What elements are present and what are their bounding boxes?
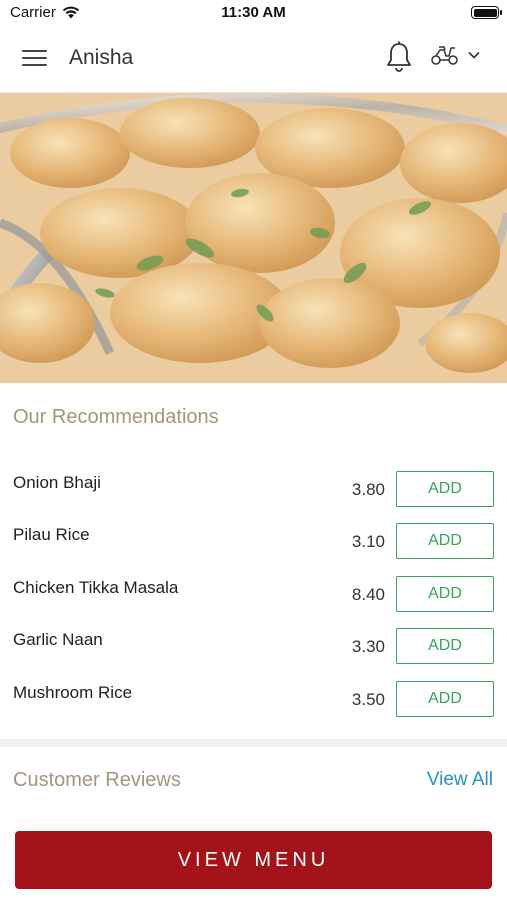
status-time: 11:30 AM: [221, 4, 286, 21]
list-item: Mushroom Rice 3.50 ADD: [0, 681, 507, 733]
item-price: 8.40: [351, 585, 385, 604]
chevron-down-icon: [468, 51, 480, 59]
add-button[interactable]: ADD: [396, 681, 494, 717]
section-divider: [0, 739, 507, 747]
bell-icon[interactable]: [385, 41, 413, 73]
item-name: Chicken Tikka Masala: [13, 578, 179, 597]
battery-icon: [471, 6, 502, 19]
list-item: Pilau Rice 3.10 ADD: [0, 523, 507, 575]
recommendations-title: Our Recommendations: [13, 406, 219, 428]
reviews-title: Customer Reviews: [13, 769, 181, 791]
item-price: 3.50: [351, 690, 385, 709]
add-button[interactable]: ADD: [396, 628, 494, 664]
order-mode-selector[interactable]: [430, 44, 480, 66]
status-bar: Carrier 11:30 AM: [0, 0, 507, 26]
item-name: Pilau Rice: [13, 525, 90, 544]
scooter-icon: [431, 46, 458, 65]
add-button[interactable]: ADD: [396, 471, 494, 507]
view-all-link[interactable]: View All: [427, 769, 493, 791]
item-name: Mushroom Rice: [13, 683, 133, 702]
item-price: 3.30: [351, 637, 385, 656]
view-menu-button[interactable]: VIEW MENU: [15, 831, 492, 889]
item-name: Garlic Naan: [13, 630, 103, 649]
item-price: 3.10: [351, 532, 385, 551]
add-button[interactable]: ADD: [396, 576, 494, 612]
hamburger-menu-icon[interactable]: [22, 48, 48, 68]
list-item: Onion Bhaji 3.80 ADD: [0, 471, 507, 523]
top-navigation-bar: Anisha: [0, 26, 507, 93]
curry-dish-illustration: [0, 93, 507, 383]
restaurant-name: Anisha: [69, 46, 134, 69]
list-item: Chicken Tikka Masala 8.40 ADD: [0, 576, 507, 628]
item-name: Onion Bhaji: [13, 473, 101, 492]
item-price: 3.80: [351, 480, 385, 499]
hero-food-image: [0, 93, 507, 383]
list-item: Garlic Naan 3.30 ADD: [0, 628, 507, 680]
add-button[interactable]: ADD: [396, 523, 494, 559]
